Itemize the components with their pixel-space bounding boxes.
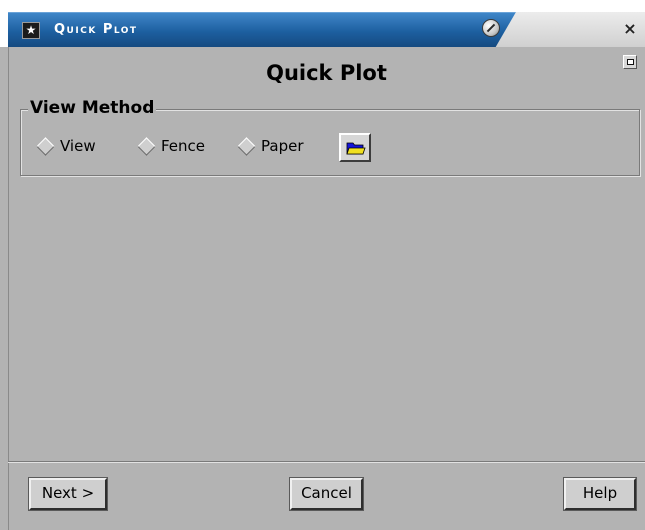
radio-view[interactable]: View — [36, 136, 96, 156]
radio-paper-label[interactable]: Paper — [261, 136, 303, 156]
open-folder-icon — [346, 142, 366, 155]
footer-separator — [8, 461, 645, 463]
quick-plot-window: ★ Quick Plot × Quick Plot View Method Vi… — [0, 0, 645, 530]
view-method-group — [20, 109, 640, 176]
radio-fence[interactable]: Fence — [137, 136, 205, 156]
radio-fence-label[interactable]: Fence — [161, 136, 205, 156]
cancel-button[interactable]: Cancel — [290, 478, 363, 510]
window-title: Quick Plot — [54, 22, 138, 37]
radio-diamond-icon[interactable] — [137, 136, 156, 156]
radio-diamond-icon[interactable] — [237, 136, 256, 156]
title-bar[interactable]: ★ Quick Plot × — [0, 0, 645, 47]
radio-paper[interactable]: Paper — [237, 136, 303, 156]
radio-view-label[interactable]: View — [60, 136, 96, 156]
next-button[interactable]: Next > — [29, 478, 107, 510]
view-method-legend: View Method — [28, 97, 157, 119]
radio-diamond-icon[interactable] — [36, 136, 55, 156]
close-icon[interactable]: × — [622, 20, 638, 38]
pin-icon[interactable] — [482, 19, 500, 37]
open-file-button[interactable] — [339, 133, 371, 162]
help-button[interactable]: Help — [564, 478, 636, 510]
dialog-heading: Quick Plot — [266, 61, 387, 85]
star-icon[interactable]: ★ — [22, 22, 40, 39]
